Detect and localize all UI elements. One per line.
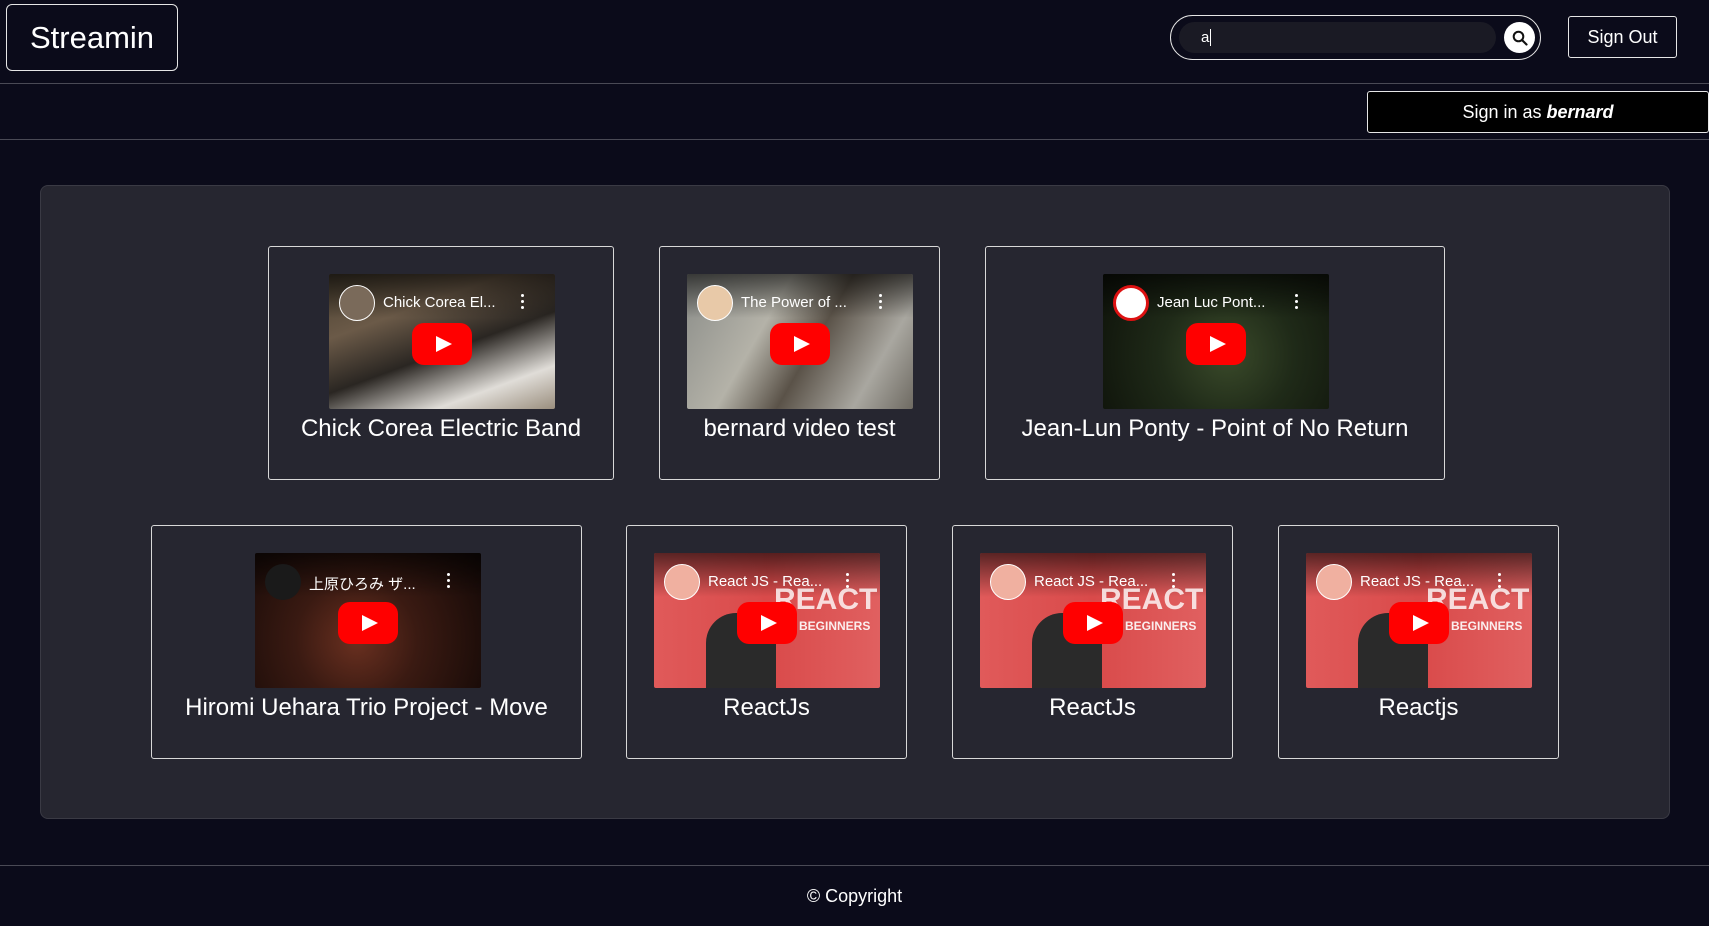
more-vert-icon[interactable] xyxy=(1295,294,1299,310)
more-vert-icon[interactable] xyxy=(846,573,850,589)
video-title: Chick Corea Electric Band xyxy=(300,415,582,442)
embed-title: Jean Luc Pont... xyxy=(1157,294,1266,311)
copyright-text: © Copyright xyxy=(806,885,903,906)
channel-avatar xyxy=(1113,285,1149,321)
video-title: Reactjs xyxy=(1378,694,1459,721)
channel-avatar xyxy=(697,285,733,321)
embed-title: 上原ひろみ ザ... xyxy=(309,576,416,593)
video-grid-panel: Chick Corea El... Chick Corea Electric B… xyxy=(40,185,1670,819)
video-embed[interactable]: 上原ひろみ ザ... xyxy=(255,553,481,688)
video-embed[interactable]: REACT BEGINNERS React JS - Rea... xyxy=(1306,553,1532,688)
video-card[interactable]: Chick Corea El... Chick Corea Electric B… xyxy=(268,246,614,480)
video-card[interactable]: REACT BEGINNERS React JS - Rea... Reactj… xyxy=(1278,525,1559,759)
video-embed[interactable]: REACT BEGINNERS React JS - Rea... xyxy=(980,553,1206,688)
channel-avatar xyxy=(265,564,301,600)
text-caret xyxy=(1210,29,1212,46)
play-button-icon[interactable] xyxy=(770,323,830,365)
more-vert-icon[interactable] xyxy=(1498,573,1502,589)
more-vert-icon[interactable] xyxy=(521,294,525,310)
more-vert-icon[interactable] xyxy=(447,573,451,589)
embed-title: React JS - Rea... xyxy=(1360,573,1475,590)
video-title: ReactJs xyxy=(1049,694,1136,721)
search-button[interactable] xyxy=(1504,22,1535,53)
signed-in-user-button[interactable]: Sign in as bernard xyxy=(1367,91,1709,133)
play-button-icon[interactable] xyxy=(1389,602,1449,644)
embed-title: The Power of ... xyxy=(741,294,847,311)
embed-title: React JS - Rea... xyxy=(708,573,823,590)
brand-logo-link[interactable]: Streamin xyxy=(6,4,178,71)
search-form: a xyxy=(1170,15,1541,60)
video-embed[interactable]: Chick Corea El... xyxy=(329,274,555,409)
search-icon xyxy=(1512,30,1528,46)
channel-avatar xyxy=(990,564,1026,600)
play-button-icon[interactable] xyxy=(412,323,472,365)
thumb-beginners-text: BEGINNERS xyxy=(1125,619,1197,633)
footer: © Copyright xyxy=(0,865,1709,926)
video-title: ReactJs xyxy=(723,694,810,721)
sign-out-button[interactable]: Sign Out xyxy=(1568,16,1677,58)
channel-avatar xyxy=(664,564,700,600)
video-embed[interactable]: The Power of ... xyxy=(687,274,913,409)
channel-avatar xyxy=(1316,564,1352,600)
thumb-beginners-text: BEGINNERS xyxy=(1451,619,1523,633)
play-button-icon[interactable] xyxy=(737,602,797,644)
search-input-value: a xyxy=(1201,29,1210,46)
video-card[interactable]: REACT BEGINNERS React JS - Rea... ReactJ… xyxy=(626,525,907,759)
search-input[interactable]: a xyxy=(1179,22,1496,53)
video-title: bernard video test xyxy=(703,415,896,442)
top-navbar: Streamin a Sign Out xyxy=(0,0,1709,84)
play-button-icon[interactable] xyxy=(1063,602,1123,644)
video-title: Jean-Lun Ponty - Point of No Return xyxy=(1021,415,1409,442)
channel-avatar xyxy=(339,285,375,321)
video-title: Hiromi Uehara Trio Project - Move xyxy=(185,694,548,721)
thumb-beginners-text: BEGINNERS xyxy=(799,619,871,633)
video-card[interactable]: The Power of ... bernard video test xyxy=(659,246,940,480)
play-button-icon[interactable] xyxy=(338,602,398,644)
play-button-icon[interactable] xyxy=(1186,323,1246,365)
video-card[interactable]: 上原ひろみ ザ... Hiromi Uehara Trio Project - … xyxy=(151,525,582,759)
more-vert-icon[interactable] xyxy=(1172,573,1176,589)
video-embed[interactable]: REACT BEGINNERS React JS - Rea... xyxy=(654,553,880,688)
user-bar: Sign in as bernard xyxy=(0,84,1709,140)
embed-title: Chick Corea El... xyxy=(383,294,496,311)
more-vert-icon[interactable] xyxy=(879,294,883,310)
sign-in-prefix: Sign in as xyxy=(1462,101,1542,122)
embed-title: React JS - Rea... xyxy=(1034,573,1149,590)
username: bernard xyxy=(1546,101,1614,122)
video-card[interactable]: Jean Luc Pont... Jean-Lun Ponty - Point … xyxy=(985,246,1445,480)
video-card[interactable]: REACT BEGINNERS React JS - Rea... ReactJ… xyxy=(952,525,1233,759)
video-embed[interactable]: Jean Luc Pont... xyxy=(1103,274,1329,409)
